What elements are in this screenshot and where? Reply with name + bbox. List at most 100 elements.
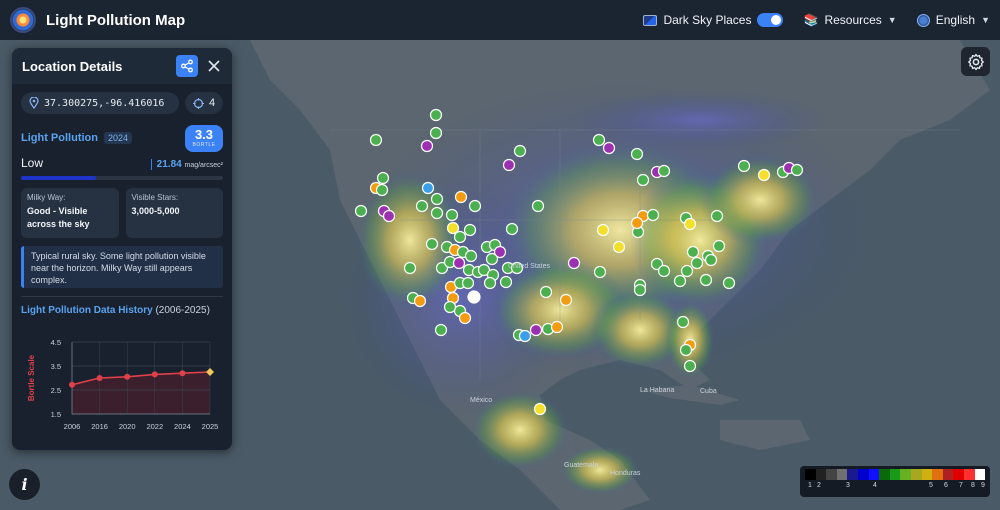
dark-sky-place-marker[interactable] [425,237,439,251]
dark-sky-place-marker[interactable] [529,323,543,337]
dark-sky-place-marker[interactable] [454,190,468,204]
coordinates-field[interactable]: 37.300275,-96.416016 [21,92,179,114]
resources-menu[interactable]: 📚 Resources ▼ [803,13,896,27]
info-button[interactable]: i [9,469,40,500]
dark-sky-place-marker[interactable] [434,323,448,337]
dark-sky-place-marker[interactable] [429,126,443,140]
close-button[interactable] [206,58,222,74]
dark-sky-place-marker[interactable] [683,359,697,373]
dark-sky-place-marker[interactable] [602,141,616,155]
zoom-level-indicator: 4 [185,92,223,114]
dark-sky-place-marker[interactable] [710,209,724,223]
dark-sky-place-marker[interactable] [646,208,660,222]
dark-sky-place-marker[interactable] [502,158,516,172]
dark-sky-place-marker[interactable] [468,199,482,213]
dark-sky-place-marker[interactable] [539,285,553,299]
legend-swatch [805,469,816,480]
legend-label: 8 [971,482,975,489]
dark-sky-place-marker[interactable] [445,208,459,222]
dark-sky-place-marker[interactable] [657,164,671,178]
dark-sky-place-marker[interactable] [679,343,693,357]
dark-sky-place-marker[interactable] [458,311,472,325]
dark-sky-place-marker[interactable] [630,147,644,161]
dark-sky-place-marker[interactable] [596,223,610,237]
dark-sky-place-marker[interactable] [443,300,457,314]
dark-sky-place-marker[interactable] [592,133,606,147]
dark-sky-place-marker[interactable] [421,181,435,195]
dark-sky-place-marker[interactable] [518,329,532,343]
dark-sky-place-marker[interactable] [633,283,647,297]
dark-sky-place-marker[interactable] [429,108,443,122]
dark-sky-place-marker[interactable] [354,204,368,218]
dark-sky-place-marker[interactable] [683,217,697,231]
sky-brightness: 21.84 mag/arcsec² [150,159,223,170]
dark-sky-place-marker[interactable] [567,256,581,270]
light-pollution-label: Light Pollution [21,132,98,144]
map-label-mexico: México [470,397,493,404]
x-tick-label: 2020 [119,422,136,431]
panel-header: Location Details [12,48,232,84]
chart-point [151,371,158,378]
legend-swatch [879,469,890,480]
dark-sky-toggle[interactable] [757,13,784,27]
dark-sky-place-marker[interactable] [369,133,383,147]
dark-sky-place-marker[interactable] [375,183,389,197]
dark-sky-place-marker[interactable] [686,245,700,259]
dark-sky-place-marker[interactable] [453,230,467,244]
dark-sky-place-marker[interactable] [630,216,644,230]
dark-sky-place-marker[interactable] [757,168,771,182]
dark-sky-place-marker[interactable] [712,239,726,253]
dark-sky-place-marker[interactable] [722,276,736,290]
app-title: Light Pollution Map [46,11,186,29]
dark-sky-place-marker[interactable] [593,265,607,279]
dark-sky-place-marker[interactable] [452,256,466,270]
dark-sky-place-marker[interactable] [680,264,694,278]
mag-value: 21.84 [156,159,182,170]
dark-sky-place-marker[interactable] [690,256,704,270]
dark-sky-place-marker[interactable] [559,293,573,307]
dark-sky-place-marker[interactable] [533,402,547,416]
dark-sky-place-marker[interactable] [505,222,519,236]
language-menu[interactable]: English ▼ [916,13,990,27]
dark-sky-place-marker[interactable] [376,171,390,185]
dark-sky-place-marker[interactable] [499,275,513,289]
dark-sky-place-marker[interactable] [464,249,478,263]
share-button[interactable] [176,55,198,77]
dark-sky-place-marker[interactable] [657,264,671,278]
dark-sky-place-marker[interactable] [382,209,396,223]
visible-stars-card: Visible Stars: 3,000-5,000 [125,188,223,238]
dark-sky-place-marker[interactable] [463,223,477,237]
dark-sky-place-marker[interactable] [430,206,444,220]
dark-sky-place-marker[interactable] [483,276,497,290]
dark-sky-place-marker[interactable] [790,163,804,177]
dark-sky-place-marker[interactable] [485,252,499,266]
dark-sky-place-marker[interactable] [673,274,687,288]
dark-sky-place-marker[interactable] [550,320,564,334]
chart-area [72,372,210,414]
dark-sky-place-marker[interactable] [676,315,690,329]
dark-sky-place-marker[interactable] [513,144,527,158]
dark-sky-place-marker[interactable] [413,294,427,308]
dark-sky-place-marker[interactable] [467,290,481,304]
dark-sky-place-marker[interactable] [531,199,545,213]
legend-swatch [974,469,986,480]
x-tick-label: 2006 [64,422,81,431]
dark-sky-place-marker[interactable] [636,173,650,187]
dark-sky-place-marker[interactable] [699,273,713,287]
dark-sky-place-marker[interactable] [420,139,434,153]
settings-button[interactable] [961,47,990,76]
dark-sky-place-marker[interactable] [403,261,417,275]
dark-sky-place-marker[interactable] [461,276,475,290]
legend-label: 2 [817,482,821,489]
history-title: Light Pollution Data History (2006-2025) [12,297,232,316]
crosshair-icon [192,97,204,109]
dark-sky-place-marker[interactable] [612,240,626,254]
dark-sky-place-marker[interactable] [704,253,718,267]
y-tick-label: 4.5 [51,338,61,347]
dark-sky-place-marker[interactable] [737,159,751,173]
legend-color-bar [805,469,986,480]
dark-sky-place-marker[interactable] [430,192,444,206]
dark-sky-place-marker[interactable] [415,199,429,213]
darkness-progress-bar [21,176,223,180]
dark-sky-places-toggle-group[interactable]: Dark Sky Places [643,13,784,27]
